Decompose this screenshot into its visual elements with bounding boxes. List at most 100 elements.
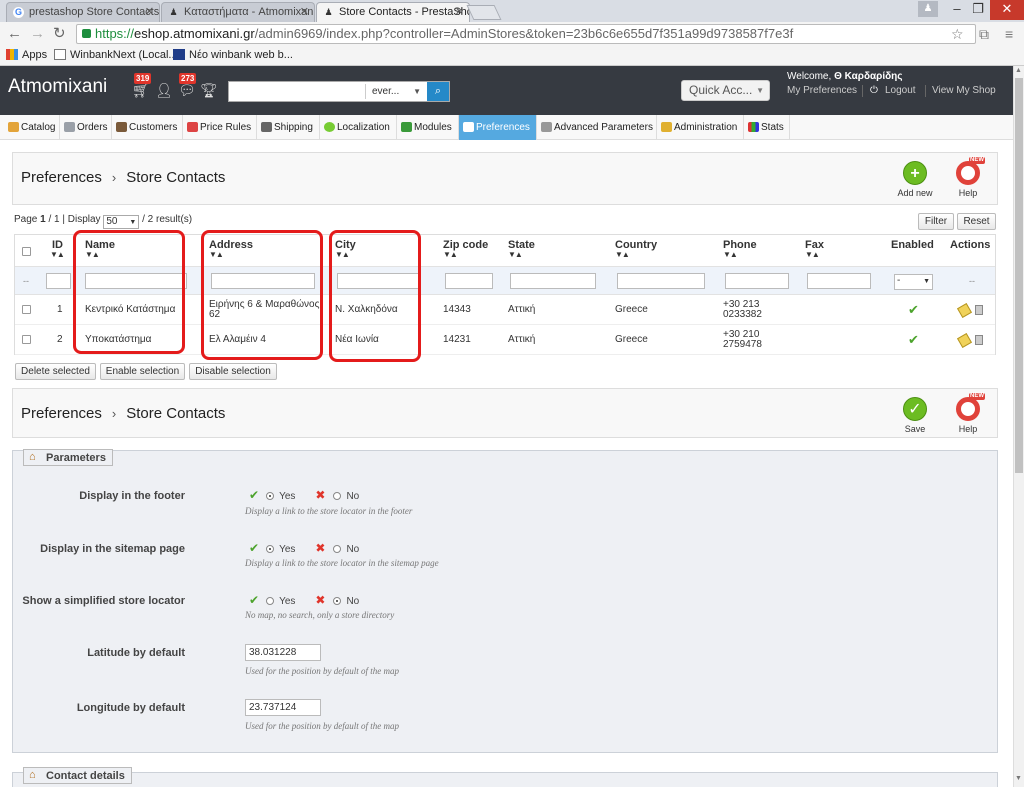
menu-administration[interactable]: Administration <box>657 115 744 140</box>
help-button[interactable]: NEW Help <box>948 393 988 434</box>
forward-icon[interactable]: → <box>30 25 45 43</box>
filter-city-input[interactable] <box>337 273 421 289</box>
filter-enabled-select[interactable]: - ▼ <box>894 274 933 290</box>
search-scope-select[interactable]: ever... ▼ <box>365 84 425 99</box>
filter-zip-input[interactable] <box>445 273 493 289</box>
extension-icon[interactable]: ⧉ <box>979 25 989 43</box>
filter-phone-input[interactable] <box>725 273 789 289</box>
menu-stats[interactable]: Stats <box>744 115 790 140</box>
close-tab-icon[interactable]: ✕ <box>145 5 154 18</box>
disable-selection-button[interactable]: Disable selection <box>189 363 277 380</box>
save-button[interactable]: ✓ Save <box>895 397 935 434</box>
breadcrumb-parent[interactable]: Preferences <box>21 169 102 186</box>
sort-arrows-icon[interactable]: ▼▲ <box>443 250 458 259</box>
table-row[interactable]: 1 Κεντρικό Κατάστημα Ειρήνης 6 & Μαραθών… <box>15 295 995 325</box>
legend-label: Contact details <box>46 770 125 782</box>
sort-arrows-icon[interactable]: ▼▲ <box>50 250 65 259</box>
sort-arrows-icon[interactable]: ▼▲ <box>615 250 630 259</box>
enabled-check-icon[interactable]: ✔ <box>908 325 919 355</box>
bookmark-star-icon[interactable]: ☆ <box>951 25 964 43</box>
sort-arrows-icon[interactable]: ▼▲ <box>805 250 820 259</box>
menu-price-rules[interactable]: Price Rules <box>183 115 257 140</box>
enabled-check-icon[interactable]: ✔ <box>908 295 919 325</box>
admin-search-input[interactable]: ever... ▼ ⌕ <box>228 81 450 102</box>
bookmark-winbank-local[interactable]: WinbankNext (Local... <box>54 49 178 61</box>
user-profile-icon[interactable]: ♟ <box>918 1 938 17</box>
browser-tab-2[interactable]: ♟ Καταστήματα - Atmomixani ✕ <box>161 2 315 22</box>
filter-country-input[interactable] <box>617 273 705 289</box>
delete-selected-button[interactable]: Delete selected <box>15 363 96 380</box>
filter-state-input[interactable] <box>510 273 596 289</box>
close-tab-icon[interactable]: ✕ <box>455 5 464 18</box>
trophy-icon[interactable]: 🏆︎ <box>200 82 218 99</box>
simplified-yes-radio[interactable] <box>266 597 275 605</box>
filter-name-input[interactable] <box>85 273 187 289</box>
trash-icon[interactable] <box>975 335 983 345</box>
back-icon[interactable]: ← <box>7 25 22 43</box>
close-window-icon[interactable]: ✕ <box>990 0 1024 20</box>
scroll-up-icon[interactable]: ▲ <box>1015 67 1022 74</box>
menu-localization[interactable]: Localization <box>320 115 397 140</box>
restore-icon[interactable]: ❐ <box>966 0 990 20</box>
reload-icon[interactable]: ↻ <box>53 25 66 43</box>
help-button[interactable]: NEW Help <box>948 157 988 198</box>
my-preferences-link[interactable]: My Preferences <box>787 85 857 96</box>
sort-arrows-icon[interactable]: ▼▲ <box>335 250 350 259</box>
bookmark-apps[interactable]: Apps <box>6 49 47 61</box>
latitude-input[interactable]: 38.031228 <box>245 644 321 661</box>
trash-icon[interactable] <box>975 305 983 315</box>
filter-button[interactable]: Filter <box>918 213 954 230</box>
messages-icon[interactable]: 💬︎ <box>178 82 196 99</box>
new-tab-button[interactable] <box>466 5 502 20</box>
menu-preferences[interactable]: Preferences <box>459 115 537 140</box>
simplified-no-radio[interactable] <box>333 597 342 605</box>
footer-no-radio[interactable] <box>333 492 342 500</box>
browser-tab-3[interactable]: ♟ Store Contacts - PrestaShop ✕ <box>316 2 470 22</box>
select-all-checkbox[interactable] <box>22 247 31 256</box>
row-checkbox[interactable] <box>22 335 31 344</box>
page-scrollbar[interactable]: ▲ ▼ <box>1013 66 1024 787</box>
menu-modules[interactable]: Modules <box>397 115 459 140</box>
edit-icon[interactable] <box>956 332 973 348</box>
filter-id-input[interactable] <box>46 273 71 289</box>
close-tab-icon[interactable]: ✕ <box>300 5 309 18</box>
minimize-icon[interactable]: – <box>946 0 968 20</box>
reset-button[interactable]: Reset <box>957 213 996 230</box>
sort-arrows-icon[interactable]: ▼▲ <box>209 250 224 259</box>
sitemap-no-radio[interactable] <box>333 545 342 553</box>
filter-fax-input[interactable] <box>807 273 871 289</box>
add-new-button[interactable]: + Add new <box>895 161 935 198</box>
menu-shipping[interactable]: Shipping <box>257 115 320 140</box>
enable-selection-button[interactable]: Enable selection <box>100 363 185 380</box>
sitemap-yes-radio[interactable] <box>266 545 275 553</box>
menu-customers[interactable]: Customers <box>112 115 183 140</box>
menu-advanced-parameters[interactable]: Advanced Parameters <box>537 115 657 140</box>
scrollbar-thumb[interactable] <box>1015 78 1023 473</box>
row-checkbox[interactable] <box>22 305 31 314</box>
sort-arrows-icon[interactable]: ▼▲ <box>723 250 738 259</box>
table-row[interactable]: 2 Υποκατάστημα Ελ Αλαμέιν 4 Νέα Ιωνία 14… <box>15 325 995 355</box>
logout-link[interactable]: Logout <box>885 85 916 96</box>
bookmark-winbank-web[interactable]: Νέο winbank web b... <box>173 49 293 61</box>
customers-icon[interactable]: 👤︎ <box>155 82 173 99</box>
sort-arrows-icon[interactable]: ▼▲ <box>85 250 100 259</box>
address-bar[interactable]: https://eshop.atmomixani.gr/admin6969/in… <box>76 24 976 44</box>
footer-hint: Display a link to the store locator in t… <box>245 506 413 516</box>
display-count-select[interactable]: 50 ▼ <box>103 215 140 229</box>
search-icon[interactable]: ⌕ <box>427 82 449 101</box>
menu-orders[interactable]: Orders <box>60 115 112 140</box>
shop-name[interactable]: Atmomixani <box>8 76 107 98</box>
menu-catalog[interactable]: Catalog <box>4 115 60 140</box>
breadcrumb-parent[interactable]: Preferences <box>21 405 102 422</box>
browser-tab-1[interactable]: G prestashop Store Contacts ✕ <box>6 2 160 22</box>
footer-yes-radio[interactable] <box>266 492 275 500</box>
edit-icon[interactable] <box>956 302 973 318</box>
sort-arrows-icon[interactable]: ▼▲ <box>508 250 523 259</box>
view-shop-link[interactable]: View My Shop <box>932 85 996 96</box>
cart-icon[interactable]: 🛒︎ <box>132 82 150 99</box>
scroll-down-icon[interactable]: ▼ <box>1015 775 1022 782</box>
quick-access-dropdown[interactable]: Quick Acc... ▼ <box>681 80 770 101</box>
menu-icon[interactable]: ≡ <box>1005 25 1013 43</box>
filter-address-input[interactable] <box>211 273 315 289</box>
longitude-input[interactable]: 23.737124 <box>245 699 321 716</box>
